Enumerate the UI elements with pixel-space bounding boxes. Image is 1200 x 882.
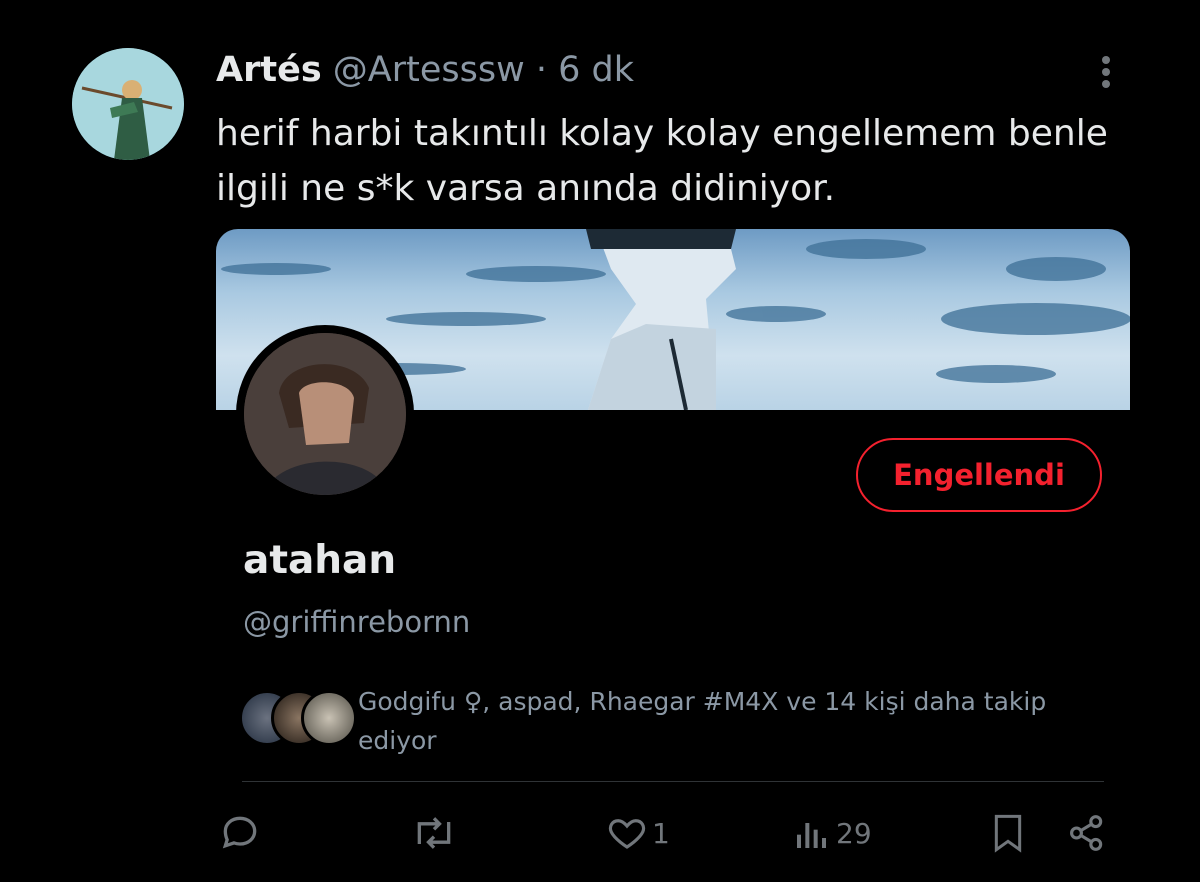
more-options-icon[interactable] <box>1088 52 1124 92</box>
author-avatar-image <box>72 48 184 160</box>
views-button[interactable]: 29 <box>792 808 872 858</box>
profile-handle[interactable]: @griffinrebornn <box>243 605 470 639</box>
like-count: 1 <box>652 816 670 850</box>
author-handle[interactable]: @Artesssw <box>333 50 525 90</box>
profile-name[interactable]: atahan <box>243 538 396 583</box>
bookmark-button[interactable] <box>988 808 1028 858</box>
share-button[interactable] <box>1066 808 1108 858</box>
profile-avatar[interactable] <box>236 325 414 503</box>
views-icon <box>797 823 826 848</box>
share-icon <box>1070 815 1103 851</box>
blocked-button[interactable]: Engellendi <box>856 438 1102 512</box>
retweet-button[interactable] <box>410 808 458 858</box>
profile-avatar-image <box>244 333 406 495</box>
follower-avatar <box>301 690 357 746</box>
bookmark-icon <box>994 814 1022 853</box>
author-name[interactable]: Artés <box>216 50 322 90</box>
reply-button[interactable] <box>218 808 262 858</box>
views-count: 29 <box>836 816 872 850</box>
divider <box>242 781 1104 782</box>
followed-by-text[interactable]: Godgifu ♀, aspad, Rhaegar #M4X ve 14 kiş… <box>358 682 1118 760</box>
retweet-icon <box>417 817 451 849</box>
action-bar: 1 29 <box>0 808 1200 858</box>
heart-icon <box>608 819 646 849</box>
tweet-text: herif harbi takıntılı kolay kolay engell… <box>216 113 1108 209</box>
author-avatar[interactable] <box>72 48 184 160</box>
like-button[interactable]: 1 <box>606 808 670 858</box>
reply-icon <box>222 816 257 849</box>
header-separator: · <box>535 50 547 90</box>
followers-avatars[interactable] <box>239 690 357 750</box>
tweet-header: Artés @Artesssw · 6 dk <box>216 48 634 92</box>
tweet-time[interactable]: 6 dk <box>558 50 634 90</box>
